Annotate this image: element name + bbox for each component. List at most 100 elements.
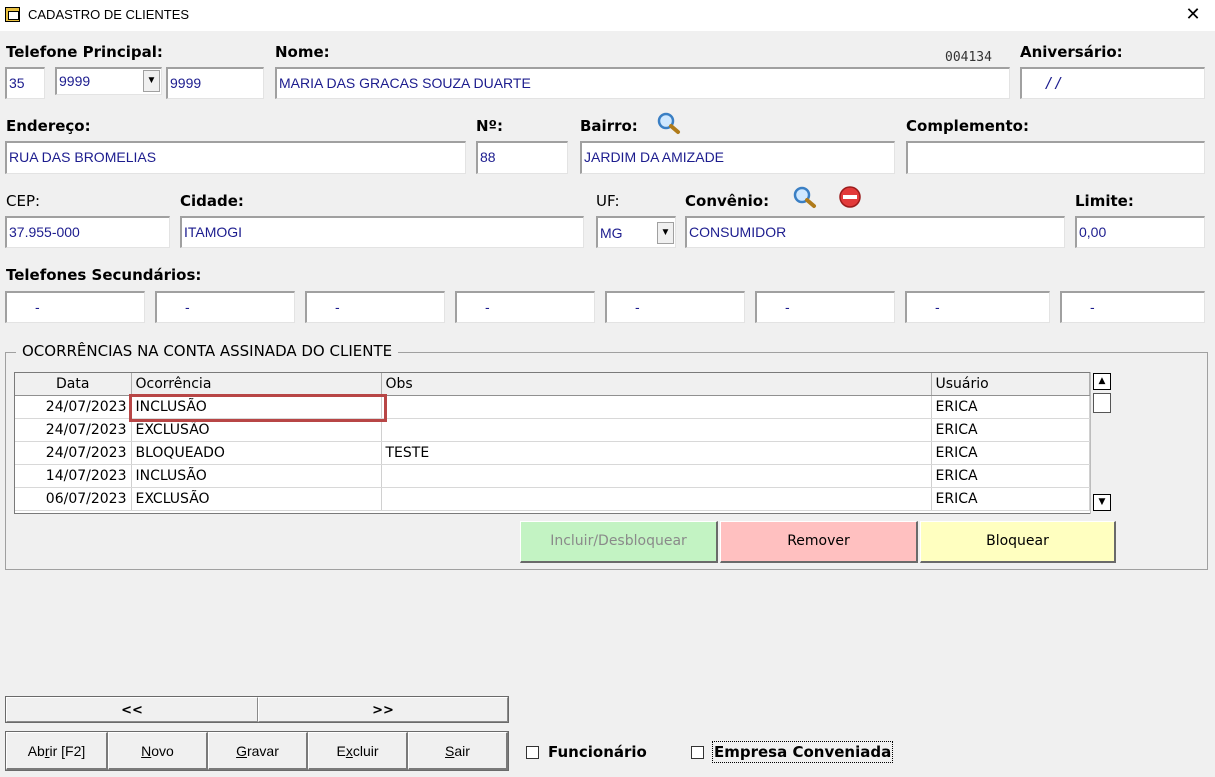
telefone-principal-label: Telefone Principal: <box>6 43 163 61</box>
telefone-secundario-4[interactable]: - <box>455 291 595 323</box>
telefone-secundario-1[interactable]: - <box>5 291 145 323</box>
uf-combo[interactable]: MG ▼ <box>596 216 676 248</box>
sair-button[interactable]: Sair <box>408 732 508 770</box>
sair-label-u: S <box>445 743 455 759</box>
telefone-secundario-7[interactable]: - <box>905 291 1050 323</box>
column-header-usuario[interactable]: Usuário <box>931 373 1090 396</box>
cell-data: 24/07/2023 <box>15 441 132 465</box>
cell-usuario: ERICA <box>931 395 1090 419</box>
excluir-button[interactable]: Excluir <box>308 732 408 770</box>
endereco-label: Endereço: <box>6 117 91 135</box>
column-header-obs[interactable]: Obs <box>381 373 932 396</box>
uf-value: MG <box>600 225 623 241</box>
scroll-thumb[interactable] <box>1093 393 1111 413</box>
chevron-down-icon[interactable]: ▼ <box>143 70 160 92</box>
ocorrencias-title: OCORRÊNCIAS NA CONTA ASSINADA DO CLIENTE <box>16 342 399 360</box>
novo-button[interactable]: Novo <box>108 732 208 770</box>
complemento-label: Complemento: <box>906 117 1029 135</box>
bairro-label: Bairro: <box>580 117 638 135</box>
cep-label: CEP: <box>6 192 41 210</box>
funcionario-label[interactable]: Funcionário <box>548 743 647 761</box>
app-icon <box>5 7 20 22</box>
gravar-label-u: G <box>236 743 247 759</box>
grid-scrollbar[interactable]: ▲ ▼ <box>1090 372 1114 514</box>
sair-label: air <box>454 743 470 759</box>
remover-button[interactable]: Remover <box>720 521 918 563</box>
uf-label: UF: <box>596 192 620 210</box>
excluir-label-b: cluir <box>352 743 379 759</box>
previous-record-button[interactable]: << <box>6 697 258 722</box>
novo-label-u: N <box>141 743 152 759</box>
cell-obs <box>381 487 932 511</box>
aniversario-field[interactable]: / / <box>1020 67 1205 99</box>
gravar-button[interactable]: Gravar <box>208 732 308 770</box>
telefone-secundario-6[interactable]: - <box>755 291 895 323</box>
search-bairro-icon[interactable] <box>654 110 682 136</box>
funcionario-checkbox[interactable] <box>526 746 539 759</box>
table-row[interactable]: 14/07/2023 INCLUSÃO ERICA <box>15 464 1090 488</box>
convenio-field[interactable]: CONSUMIDOR <box>685 216 1065 248</box>
table-header: Data Ocorrência Obs Usuário <box>15 373 1090 396</box>
cell-usuario: ERICA <box>931 441 1090 465</box>
convenio-label: Convênio: <box>685 192 770 210</box>
cidade-label: Cidade: <box>180 192 244 210</box>
endereco-field[interactable]: RUA DAS BROMELIAS <box>5 141 466 174</box>
empresa-conveniada-checkbox[interactable] <box>691 746 704 759</box>
column-header-ocorrencia[interactable]: Ocorrência <box>131 373 382 396</box>
action-toolbar: Abrir [F2] Novo Gravar Excluir Sair <box>5 731 509 771</box>
chevron-down-icon[interactable]: ▼ <box>657 222 674 244</box>
cell-obs <box>381 395 932 419</box>
remove-convenio-icon[interactable] <box>836 184 864 210</box>
excluir-label-a: E <box>336 743 346 759</box>
cell-ocorrencia: EXCLUSÃO <box>131 487 382 511</box>
telefone-secundario-3[interactable]: - <box>305 291 445 323</box>
bloquear-button[interactable]: Bloquear <box>920 521 1116 563</box>
prefixo-value: 9999 <box>59 73 91 89</box>
novo-label: ovo <box>151 743 174 759</box>
ddd-field[interactable]: 35 <box>5 67 45 99</box>
abrir-label-b: ir [F2] <box>49 743 86 759</box>
bairro-field[interactable]: JARDIM DA AMIZADE <box>580 141 895 174</box>
aniversario-label: Aniversário: <box>1020 43 1123 61</box>
cell-obs: TESTE <box>381 441 932 465</box>
client-code: 004134 <box>945 50 992 65</box>
empresa-conveniada-label[interactable]: Empresa Conveniada <box>711 741 894 763</box>
cell-ocorrencia: BLOQUEADO <box>131 441 382 465</box>
cell-data: 24/07/2023 <box>15 418 132 442</box>
scroll-up-icon[interactable]: ▲ <box>1093 373 1111 390</box>
abrir-label-a: Ab <box>27 743 45 759</box>
cell-obs <box>381 418 932 442</box>
scroll-down-icon[interactable]: ▼ <box>1093 494 1111 511</box>
nome-field[interactable]: MARIA DAS GRACAS SOUZA DUARTE <box>275 67 1010 99</box>
cell-usuario: ERICA <box>931 464 1090 488</box>
limite-field[interactable]: 0,00 <box>1075 216 1205 248</box>
excluir-label-u: x <box>345 743 353 759</box>
cep-field[interactable]: 37.955-000 <box>5 216 170 248</box>
cell-data: 06/07/2023 <box>15 487 132 511</box>
selected-cell-highlight <box>129 394 387 422</box>
table-row[interactable]: 24/07/2023 BLOQUEADO TESTE ERICA <box>15 441 1090 465</box>
record-navigation: << >> <box>5 696 509 723</box>
limite-label: Limite: <box>1075 192 1134 210</box>
search-convenio-icon[interactable] <box>790 184 818 210</box>
window-title: CADASTRO DE CLIENTES <box>28 7 190 22</box>
gravar-label: ravar <box>246 743 279 759</box>
cidade-field[interactable]: ITAMOGI <box>180 216 584 248</box>
telefone-secundario-5[interactable]: - <box>605 291 745 323</box>
next-record-button[interactable]: >> <box>258 697 508 722</box>
cell-usuario: ERICA <box>931 418 1090 442</box>
prefixo-combo[interactable]: 9999 ▼ <box>55 67 162 95</box>
numero-field[interactable]: 88 <box>476 141 568 174</box>
close-button[interactable]: ✕ <box>1180 2 1206 28</box>
cell-obs <box>381 464 932 488</box>
telefone-numero-field[interactable]: 9999 <box>166 67 264 99</box>
table-row[interactable]: 06/07/2023 EXCLUSÃO ERICA <box>15 487 1090 511</box>
nome-label: Nome: <box>275 43 330 61</box>
column-header-data[interactable]: Data <box>15 373 132 396</box>
telefone-secundario-2[interactable]: - <box>155 291 295 323</box>
telefone-secundario-8[interactable]: - <box>1060 291 1205 323</box>
cell-ocorrencia: INCLUSÃO <box>131 464 382 488</box>
abrir-button[interactable]: Abrir [F2] <box>6 732 108 770</box>
complemento-field[interactable] <box>906 141 1205 174</box>
incluir-desbloquear-button[interactable]: Incluir/Desbloquear <box>520 521 718 563</box>
